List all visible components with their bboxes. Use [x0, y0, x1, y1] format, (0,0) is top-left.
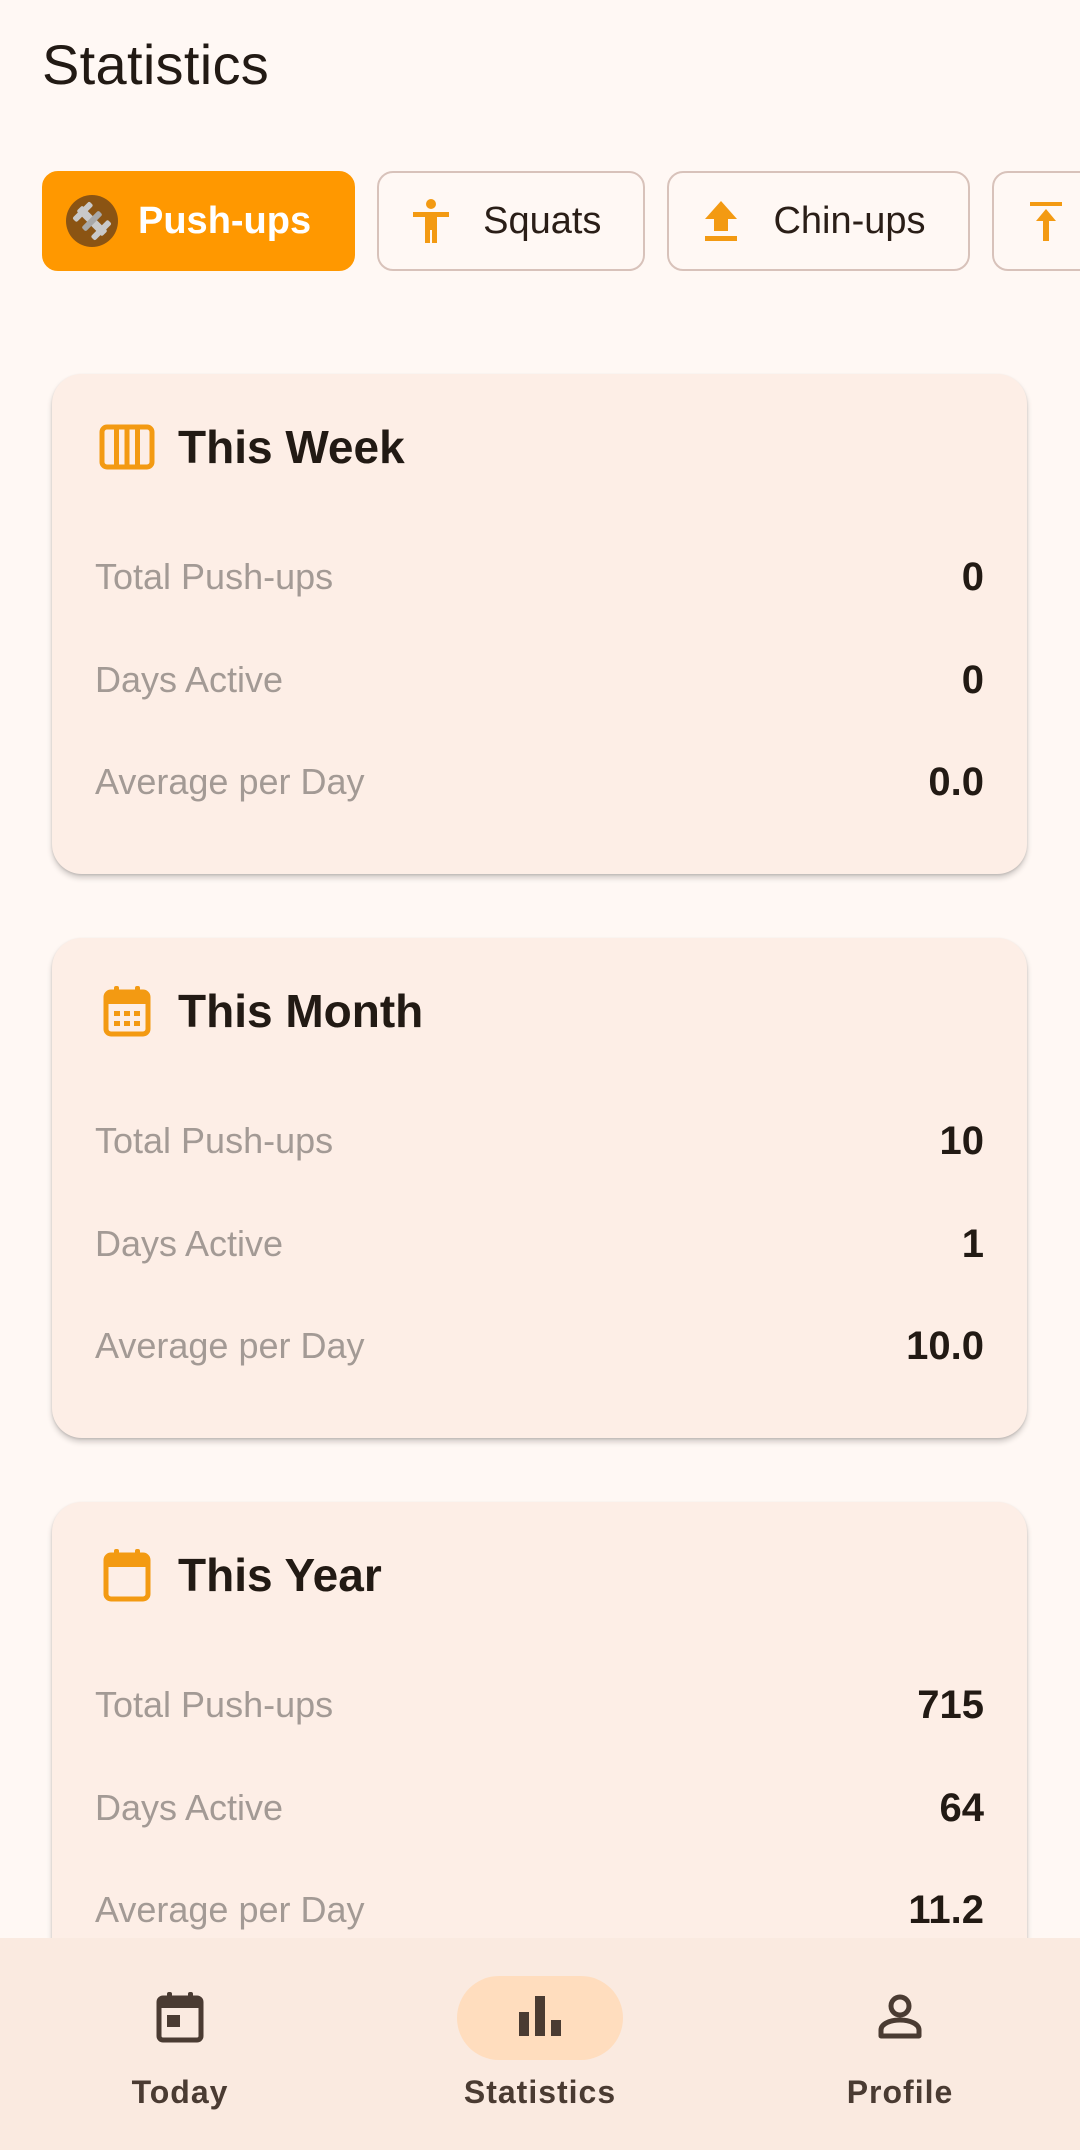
chip-squats[interactable]: Squats	[377, 171, 646, 271]
stat-label: Average per Day	[95, 761, 365, 802]
exercise-chip-row[interactable]: Push-ups Squats Chin-ups	[42, 171, 1080, 271]
stat-row-total: Total Push-ups 715	[95, 1675, 984, 1735]
stat-value: 1	[961, 1221, 984, 1266]
stat-value: 10	[939, 1118, 985, 1163]
dumbbell-icon	[66, 195, 118, 247]
stat-label: Days Active	[95, 1787, 284, 1828]
stat-row-total: Total Push-ups 10	[95, 1111, 984, 1171]
stats-card-week: This Week Total Push-ups 0 Days Active 0…	[52, 374, 1027, 874]
stat-value: 0.0	[928, 759, 984, 804]
chip-chin-ups[interactable]: Chin-ups	[667, 171, 970, 271]
card-title: This Year	[178, 1549, 382, 1601]
stat-value: 0	[961, 657, 984, 702]
stat-row-days-active: Days Active 0	[95, 650, 984, 710]
stat-label: Days Active	[95, 1223, 284, 1264]
stat-row-average: Average per Day 10.0	[95, 1316, 984, 1376]
stats-card-year: This Year Total Push-ups 715 Days Active…	[52, 1502, 1027, 2002]
stats-card-month: This Month Total Push-ups 10 Days Active…	[52, 938, 1027, 1438]
nav-label: Today	[131, 2074, 229, 2110]
nav-label: Profile	[846, 2074, 954, 2110]
nav-item-profile[interactable]: Profile	[750, 1976, 1050, 2111]
person-squat-icon	[405, 195, 457, 247]
nav-icon-container	[817, 1976, 983, 2060]
stat-row-average: Average per Day 11.2	[95, 1880, 984, 1940]
nav-item-today[interactable]: Today	[30, 1976, 330, 2111]
nav-icon-container	[457, 1976, 623, 2060]
stat-label: Average per Day	[95, 1325, 365, 1366]
stat-label: Total Push-ups	[95, 1120, 334, 1161]
chip-push-ups[interactable]: Push-ups	[42, 171, 356, 271]
upload-arrow-icon	[695, 195, 747, 247]
card-title: This Week	[178, 421, 405, 473]
stat-row-days-active: Days Active 1	[95, 1214, 984, 1274]
card-header: This Month	[98, 982, 423, 1040]
stat-value: 10.0	[906, 1323, 984, 1368]
bar-chart-icon	[517, 1994, 563, 2043]
card-header: This Year	[98, 1546, 382, 1604]
stat-label: Total Push-ups	[95, 556, 334, 597]
calendar-today-icon	[155, 1989, 205, 2048]
calendar-year-icon	[98, 1546, 156, 1604]
bottom-navigation-bar: Today Statistics Profile	[0, 1938, 1080, 2150]
person-icon	[876, 1992, 924, 2045]
nav-label: Statistics	[463, 2074, 617, 2110]
nav-icon-container	[97, 1976, 263, 2060]
chip-pull-ups[interactable]: Pu	[991, 171, 1080, 271]
stat-row-days-active: Days Active 64	[95, 1778, 984, 1838]
stat-label: Total Push-ups	[95, 1684, 334, 1725]
card-title: This Month	[178, 985, 424, 1037]
stat-label: Days Active	[95, 659, 284, 700]
calendar-view-week-icon	[98, 418, 156, 476]
stat-value: 64	[939, 1785, 985, 1830]
stat-row-average: Average per Day 0.0	[95, 752, 984, 812]
stat-row-total: Total Push-ups 0	[95, 547, 984, 607]
stat-value: 11.2	[908, 1887, 984, 1932]
page-title: Statistics	[42, 33, 270, 96]
arrow-up-icon	[1020, 195, 1072, 247]
nav-item-statistics[interactable]: Statistics	[390, 1976, 690, 2111]
calendar-month-icon	[98, 982, 156, 1040]
card-header: This Week	[98, 418, 405, 476]
stat-value: 0	[961, 554, 984, 599]
chip-label: Chin-ups	[773, 199, 926, 242]
app-screen: Statistics Push-ups Squats Chin-ups This…	[0, 0, 1080, 2150]
chip-label: Squats	[483, 199, 602, 242]
stat-label: Average per Day	[95, 1889, 365, 1930]
chip-label: Push-ups	[138, 199, 312, 242]
stat-value: 715	[917, 1682, 984, 1727]
